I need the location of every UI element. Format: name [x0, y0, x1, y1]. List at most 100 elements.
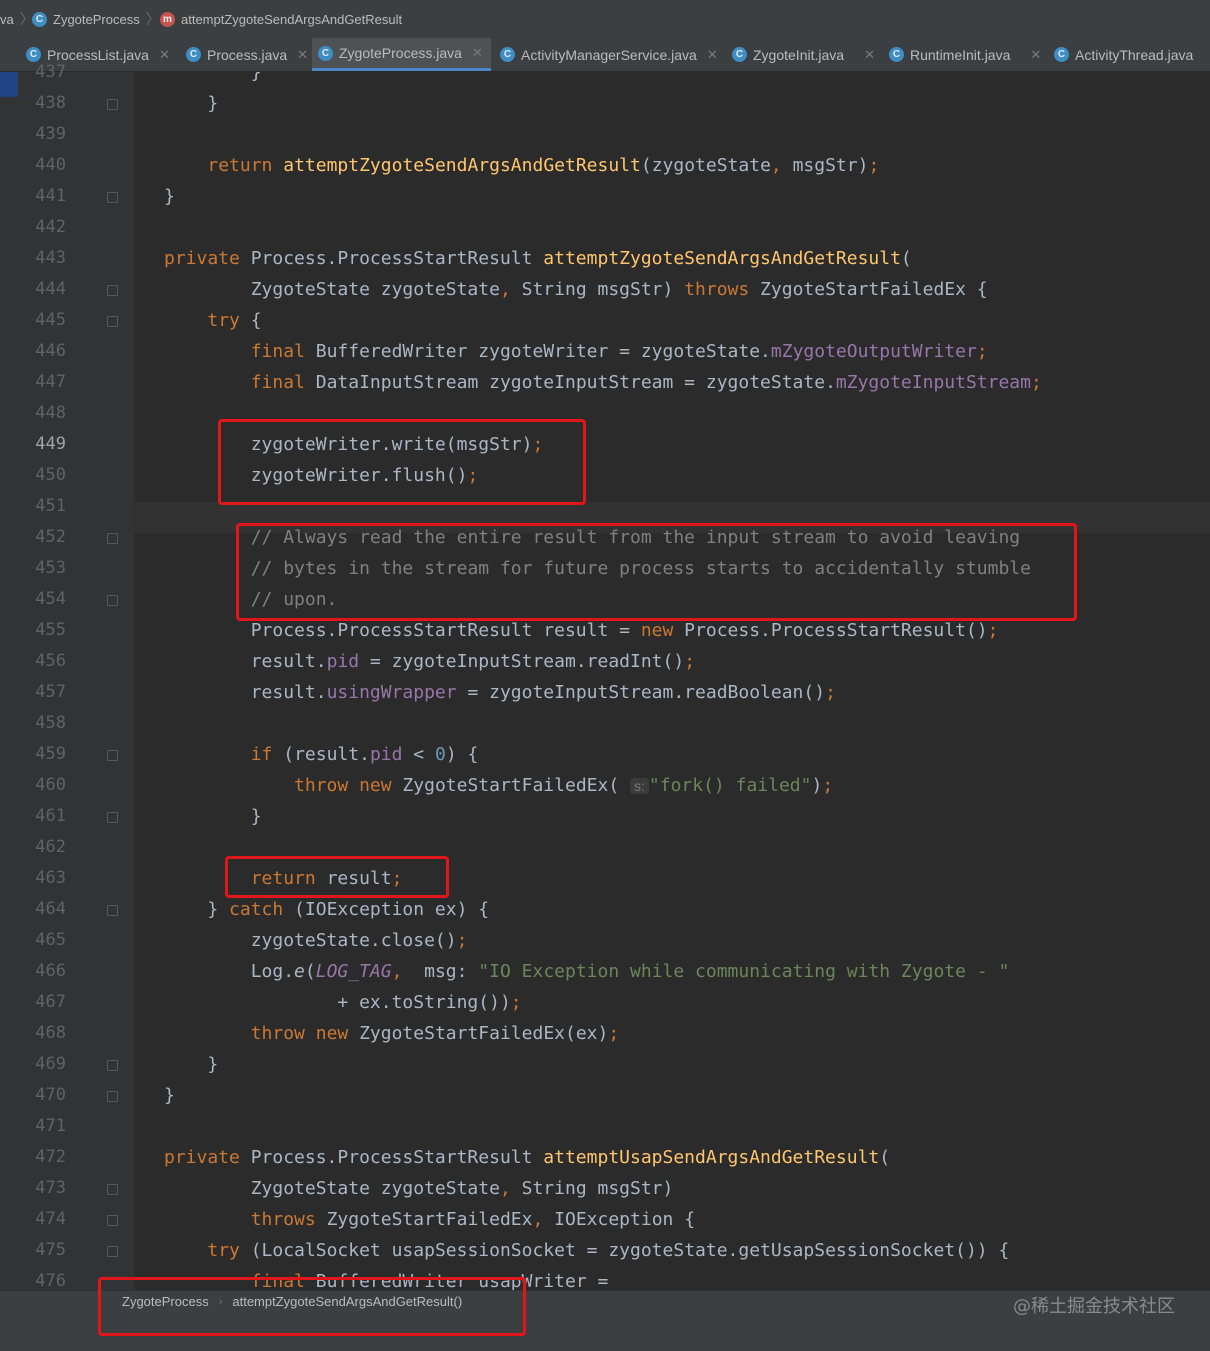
breadcrumb-item-method[interactable]: m attemptZygoteSendArgsAndGetResult	[160, 0, 402, 38]
breadcrumb-item-label: attemptZygoteSendArgsAndGetResult	[181, 11, 403, 27]
code-line[interactable]: }	[164, 72, 262, 88]
line-number: 473	[35, 1178, 66, 1198]
line-number: 445	[35, 310, 66, 330]
code-line[interactable]: try {	[164, 305, 261, 336]
line-number: 459	[35, 744, 66, 764]
code-line[interactable]: result.usingWrapper = zygoteInputStream.…	[164, 677, 836, 708]
class-icon: C	[32, 11, 47, 27]
editor-tabs: C ProcessList.java ✕ C Process.java ✕ C …	[0, 38, 1210, 72]
tab-label: ZygoteProcess.java	[339, 45, 462, 61]
close-icon[interactable]: ✕	[1030, 47, 1041, 63]
watermark: @稀土掘金技术社区	[1013, 1296, 1175, 1317]
tab-zygoteinit[interactable]: C ZygoteInit.java ✕	[732, 38, 875, 71]
code-line[interactable]: zygoteState.close();	[164, 925, 468, 956]
line-number-gutter[interactable]: 437 438 439 440 441 442 443 444 445 446 447 448 449 4…	[0, 62, 134, 1291]
code-line[interactable]: ZygoteState zygoteState, String msgStr)	[164, 1173, 674, 1204]
code-line[interactable]: }	[164, 1049, 218, 1080]
line-number: 460	[35, 775, 66, 795]
fold-marker-icon[interactable]	[107, 533, 118, 544]
code-line[interactable]: }	[164, 801, 262, 832]
breadcrumb-item-class[interactable]: C ZygoteProcess 〉	[32, 0, 160, 38]
line-number: 474	[35, 1209, 66, 1229]
fold-marker-icon[interactable]	[107, 1215, 118, 1226]
tab-runtimeinit[interactable]: C RuntimeInit.java ✕	[889, 38, 1041, 71]
tab-process[interactable]: C Process.java ✕	[186, 38, 308, 71]
chevron-right-icon: 〉	[145, 11, 160, 27]
fold-marker-icon[interactable]	[107, 1091, 118, 1102]
tab-activitythread[interactable]: C ActivityThread.java	[1054, 38, 1193, 71]
code-line[interactable]: throw new ZygoteStartFailedEx( s: "fork()…	[164, 770, 833, 801]
code-line[interactable]: result.pid = zygoteInputStream.readInt()…	[164, 646, 695, 677]
code-line[interactable]: + ex.toString());	[164, 987, 521, 1018]
highlight-box-comment	[236, 523, 1077, 621]
code-line[interactable]: return attemptZygoteSendArgsAndGetResult…	[164, 150, 879, 181]
line-number: 442	[35, 217, 66, 237]
close-icon[interactable]: ✕	[159, 47, 170, 63]
navigation-breadcrumb: va 〉 C ZygoteProcess 〉 m attemptZygoteSe…	[0, 0, 1210, 39]
fold-marker-icon[interactable]	[107, 812, 118, 823]
code-line[interactable]: }	[164, 1080, 175, 1111]
class-icon: C	[500, 47, 515, 62]
highlight-box-return	[225, 856, 449, 898]
code-line[interactable]: try (LocalSocket usapSessionSocket = zyg…	[164, 1235, 1009, 1266]
tab-label: ActivityManagerService.java	[521, 46, 697, 63]
code-line[interactable]: }	[164, 88, 218, 119]
fold-marker-icon[interactable]	[107, 99, 118, 110]
line-number: 452	[35, 527, 66, 547]
line-number: 446	[35, 341, 66, 361]
line-number: 447	[35, 372, 66, 392]
fold-marker-icon[interactable]	[107, 192, 118, 203]
class-icon: C	[186, 47, 201, 62]
code-line[interactable]: if (result.pid < 0) {	[164, 739, 479, 770]
line-number: 465	[35, 930, 66, 950]
method-icon: m	[160, 11, 175, 27]
line-number: 443	[35, 248, 66, 268]
fold-marker-icon[interactable]	[107, 285, 118, 296]
fold-marker-icon[interactable]	[107, 750, 118, 761]
code-line[interactable]: throws ZygoteStartFailedEx, IOException …	[164, 1204, 695, 1235]
tab-zygoteprocess[interactable]: C ZygoteProcess.java ✕	[312, 38, 491, 71]
tab-label: ZygoteInit.java	[753, 46, 845, 63]
fold-marker-icon[interactable]	[107, 1184, 118, 1195]
code-line[interactable]: throw new ZygoteStartFailedEx(ex);	[164, 1018, 619, 1049]
line-number: 462	[35, 837, 66, 857]
code-line[interactable]: private Process.ProcessStartResult attem…	[164, 1142, 890, 1173]
line-number: 450	[35, 465, 66, 485]
line-number: 469	[35, 1054, 66, 1074]
line-number: 454	[35, 589, 66, 609]
highlight-box-write-flush	[218, 419, 586, 505]
close-icon[interactable]: ✕	[864, 47, 875, 63]
line-number: 439	[35, 124, 66, 144]
close-icon[interactable]: ✕	[472, 45, 483, 61]
tab-activitymanagerservice[interactable]: C ActivityManagerService.java ✕	[500, 38, 718, 71]
line-number: 453	[35, 558, 66, 578]
close-icon[interactable]: ✕	[707, 47, 718, 63]
tab-label: ActivityThread.java	[1075, 46, 1194, 63]
highlight-box-status-breadcrumb	[98, 1277, 526, 1336]
class-icon: C	[1054, 47, 1069, 62]
line-number: 464	[35, 899, 66, 919]
line-number: 472	[35, 1147, 66, 1167]
code-line[interactable]: final BufferedWriter zygoteWriter = zygo…	[164, 336, 988, 367]
code-line[interactable]: ZygoteState zygoteState, String msgStr) …	[164, 274, 988, 305]
line-number: 471	[35, 1116, 66, 1136]
selection-marker	[0, 72, 18, 97]
fold-marker-icon[interactable]	[107, 1246, 118, 1257]
line-number: 441	[35, 186, 66, 206]
line-number: 448	[35, 403, 66, 423]
fold-marker-icon[interactable]	[107, 1060, 118, 1071]
code-line[interactable]: } catch (IOException ex) {	[164, 894, 489, 925]
code-editor[interactable]: } } return attemptZygoteSendArgsAndGetRe…	[134, 72, 1210, 1290]
tab-label: Process.java	[207, 46, 288, 63]
fold-marker-icon[interactable]	[107, 595, 118, 606]
breadcrumb-lead[interactable]: va 〉	[0, 0, 34, 38]
close-icon[interactable]: ✕	[297, 47, 308, 63]
code-line[interactable]: final DataInputStream zygoteInputStream …	[164, 367, 1042, 398]
fold-marker-icon[interactable]	[107, 316, 118, 327]
code-line[interactable]: Log.e(LOG_TAG, msg: "IO Exception while …	[164, 956, 1010, 987]
code-line[interactable]: private Process.ProcessStartResult attem…	[164, 243, 912, 274]
line-number: 440	[35, 155, 66, 175]
fold-marker-icon[interactable]	[107, 905, 118, 916]
code-line[interactable]: }	[164, 181, 175, 212]
class-icon: C	[889, 47, 904, 62]
